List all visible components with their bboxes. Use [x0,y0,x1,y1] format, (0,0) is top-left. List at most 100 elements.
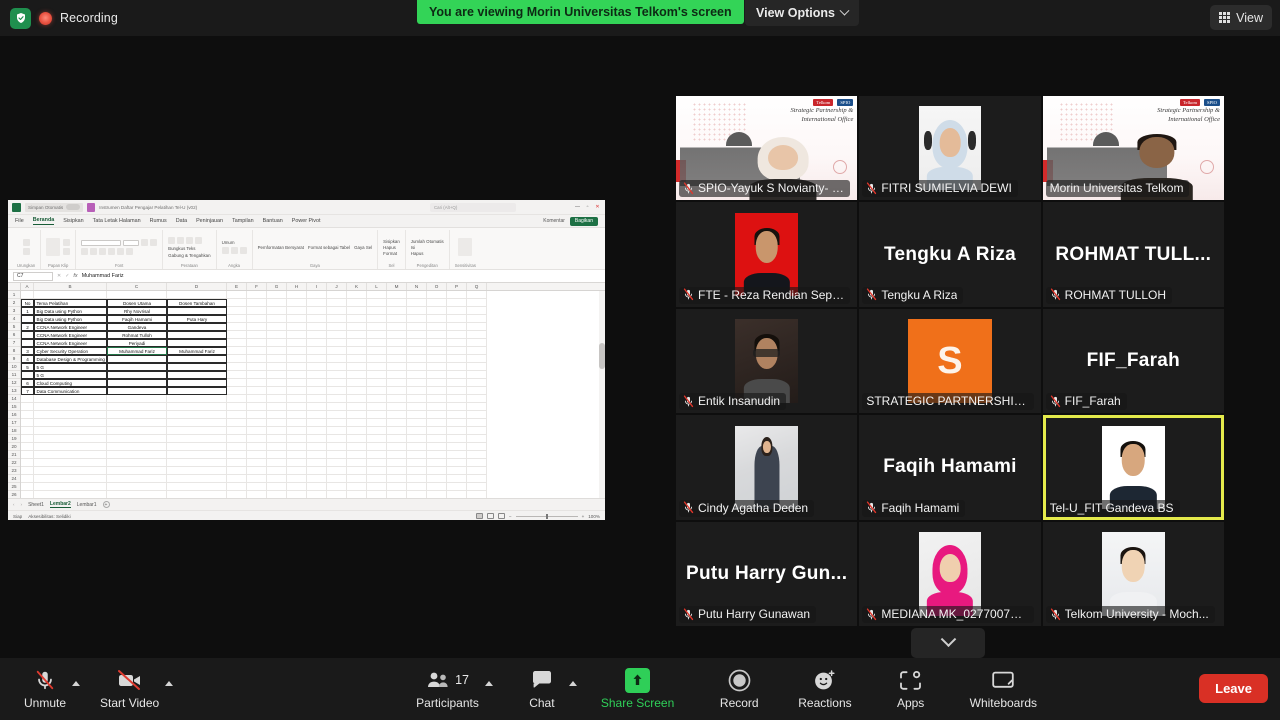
cell[interactable] [307,363,327,371]
cell[interactable] [167,451,227,459]
record-button[interactable]: Record [712,663,766,715]
cell[interactable] [267,347,287,355]
row-header[interactable]: 6 [8,331,20,339]
excel-ribbon-tabs[interactable]: File Beranda Sisipkan Tata Letak Halaman… [8,215,605,228]
accessibility-label[interactable]: Aksesibilitas: Selidiki [28,514,70,519]
font-size-select[interactable] [123,240,139,246]
column-header[interactable]: F [247,283,267,290]
cell[interactable] [367,411,387,419]
cell[interactable] [347,411,367,419]
plus-icon[interactable]: + [103,501,110,508]
cell[interactable] [267,403,287,411]
cell[interactable] [247,323,267,331]
cell[interactable] [307,491,327,498]
cell[interactable] [287,419,307,427]
row-header[interactable]: 21 [8,451,20,459]
cell[interactable] [427,291,447,299]
cell[interactable] [21,435,34,443]
cell[interactable] [267,435,287,443]
cell[interactable] [327,483,347,491]
cell[interactable] [307,411,327,419]
cell[interactable] [467,331,487,339]
cell[interactable] [227,379,247,387]
cell[interactable] [107,355,167,363]
cell[interactable]: Cloud Computing [34,379,107,387]
cell[interactable] [407,315,427,323]
cell[interactable] [21,411,34,419]
cell[interactable] [407,427,427,435]
cell[interactable] [167,363,227,371]
cell[interactable] [407,395,427,403]
shield-check-icon[interactable] [10,8,31,29]
column-header[interactable]: C [107,283,167,290]
cell[interactable] [167,339,227,347]
normal-view-icon[interactable] [476,513,483,519]
cell[interactable] [427,395,447,403]
autosave-toggle[interactable] [66,204,80,210]
cell[interactable] [467,291,487,299]
table-row[interactable] [21,475,605,483]
cell[interactable] [307,467,327,475]
page-break-view-icon[interactable] [498,513,505,519]
cell[interactable] [367,323,387,331]
format-painter-icon[interactable] [63,248,70,255]
excel-ribbon[interactable]: Urungkan Papan Klip [8,228,605,270]
table-row[interactable] [21,443,605,451]
cell[interactable] [247,299,267,307]
underline-icon[interactable] [99,248,106,255]
cell[interactable] [467,315,487,323]
participant-tile[interactable]: Cindy Agatha Deden [676,415,857,519]
minimize-icon[interactable]: — [574,204,581,211]
cell[interactable] [21,339,34,347]
cell[interactable] [447,363,467,371]
cell[interactable]: Muhammad Fariz [107,347,167,355]
cell[interactable] [347,427,367,435]
cell[interactable] [267,419,287,427]
cell[interactable] [21,451,34,459]
cell[interactable] [307,483,327,491]
table-row[interactable] [21,459,605,467]
cell[interactable] [327,307,347,315]
cell[interactable] [267,467,287,475]
cell[interactable] [347,347,367,355]
cell[interactable] [327,403,347,411]
cell[interactable] [267,299,287,307]
cell[interactable] [287,459,307,467]
participant-tile[interactable]: Putu Harry Gun... Putu Harry Gunawan [676,522,857,626]
cell[interactable] [387,467,407,475]
name-box[interactable]: C7 [13,272,53,281]
participant-tile[interactable]: TelkomSPIO Strategic Partnership &Intern… [676,96,857,200]
sheet-prev-icon[interactable]: ‹ [13,502,15,507]
cell[interactable] [467,435,487,443]
font-name-select[interactable] [81,240,121,246]
cell[interactable] [447,339,467,347]
participant-tile[interactable]: TelkomSPIO Strategic Partnership &Intern… [1043,96,1224,200]
cell[interactable] [447,355,467,363]
excel-window-controls[interactable]: — ▫ ✕ [574,204,601,211]
cell[interactable] [107,387,167,395]
participant-tile[interactable]: S STRATEGIC PARTNERSHIP TE... [859,309,1040,413]
cell[interactable] [167,483,227,491]
cell[interactable] [347,387,367,395]
cell[interactable]: 4 [21,355,34,363]
ribbon-group-sel[interactable]: Sisipkan Hapus Format Sel [378,230,406,269]
copy-icon[interactable] [63,239,70,246]
formula-cancel-icon[interactable]: ✕ [57,273,61,279]
start-video-button[interactable]: Start Video [94,663,165,715]
formula-input[interactable]: Muhammad Fariz [82,273,124,279]
cell[interactable]: Gandeva [107,323,167,331]
cell[interactable] [327,339,347,347]
cell[interactable] [167,395,227,403]
cell[interactable] [367,427,387,435]
cell[interactable] [227,491,247,498]
cell[interactable] [247,387,267,395]
row-header[interactable]: 1 [8,291,20,299]
cell[interactable] [427,355,447,363]
cell[interactable] [287,467,307,475]
cell[interactable] [34,427,107,435]
cell[interactable] [367,355,387,363]
cell[interactable] [247,339,267,347]
cell[interactable] [447,395,467,403]
cell[interactable] [107,395,167,403]
cell[interactable] [167,331,227,339]
